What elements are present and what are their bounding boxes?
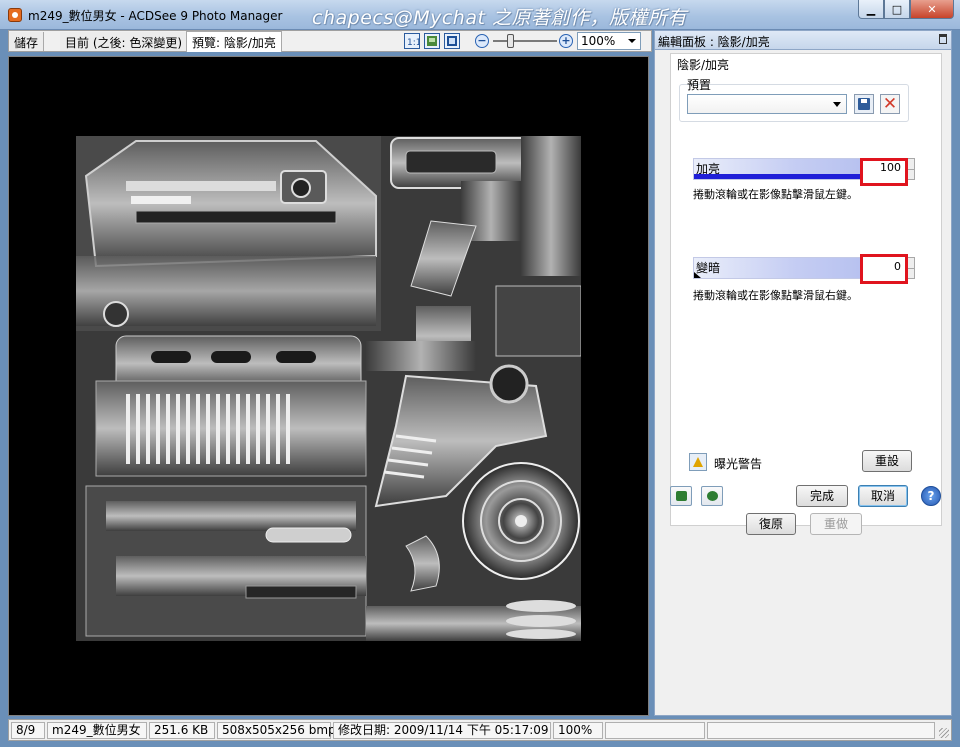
status-filesize: 251.6 KB bbox=[149, 722, 215, 739]
status-zoom: 100% bbox=[553, 722, 603, 739]
fit-image-icon[interactable] bbox=[424, 33, 440, 49]
status-bar: 8/9 m249_數位男女 251.6 KB 508x505x256 bmp 修… bbox=[8, 719, 952, 741]
zoom-slider-track[interactable] bbox=[493, 40, 557, 42]
edit-panel: 陰影/加亮 預置 ✕ 加亮 100 捲動滾輪或在影像點擊滑鼠左鍵。 變暗 0 捲… bbox=[654, 50, 952, 716]
maximize-button[interactable]: □ bbox=[884, 0, 910, 19]
full-screen-icon[interactable] bbox=[444, 33, 460, 49]
minimize-button[interactable]: ▁ bbox=[858, 0, 884, 19]
status-index: 8/9 bbox=[11, 722, 45, 739]
status-empty-1 bbox=[605, 722, 705, 739]
lighten-highlight-box bbox=[860, 158, 908, 186]
save-preset-icon[interactable] bbox=[854, 94, 874, 114]
exposure-warning-icon[interactable] bbox=[689, 453, 707, 471]
darken-highlight-box bbox=[860, 254, 908, 284]
preset-select[interactable] bbox=[687, 94, 847, 114]
shadow-highlight-section: 陰影/加亮 預置 ✕ 加亮 100 捲動滾輪或在影像點擊滑鼠左鍵。 變暗 0 捲… bbox=[670, 53, 942, 526]
status-dimensions: 508x505x256 bmp bbox=[217, 722, 336, 739]
zoom-level-value: 100% bbox=[581, 34, 616, 48]
zoom-out-button[interactable]: − bbox=[475, 34, 489, 48]
lighten-hint: 捲動滾輪或在影像點擊滑鼠左鍵。 bbox=[693, 188, 858, 201]
undo-button[interactable]: 復原 bbox=[746, 513, 796, 535]
chevron-down-icon bbox=[833, 102, 841, 107]
watermark-text: chapecs@Mychat 之原著創作，版權所有 bbox=[312, 7, 687, 29]
window-title: m249_數位男女 - ACDSee 9 Photo Manager bbox=[28, 9, 283, 23]
title-bar: m249_數位男女 - ACDSee 9 Photo Manager chape… bbox=[0, 0, 960, 30]
chevron-down-icon bbox=[628, 39, 636, 43]
weapon-texture-image[interactable] bbox=[76, 136, 581, 641]
svg-text:1:1: 1:1 bbox=[407, 38, 419, 48]
actual-size-icon[interactable]: 1:1 bbox=[404, 33, 421, 49]
lighten-spinner[interactable] bbox=[907, 158, 915, 180]
done-button[interactable]: 完成 bbox=[796, 485, 848, 507]
zoom-slider-thumb[interactable] bbox=[507, 34, 514, 48]
window-controls: ▁ □ ✕ bbox=[858, 0, 954, 19]
preset-label: 預置 bbox=[687, 78, 712, 92]
acdsee-app-icon[interactable] bbox=[8, 8, 22, 22]
delete-preset-icon[interactable]: ✕ bbox=[880, 94, 900, 114]
tab-save[interactable]: 儲存 bbox=[9, 32, 45, 51]
lighten-slider-bar[interactable]: 加亮 bbox=[693, 158, 861, 180]
zoom-level-select[interactable]: 100% bbox=[577, 32, 641, 50]
history-icon[interactable] bbox=[701, 486, 723, 506]
lighten-label: 加亮 bbox=[696, 162, 721, 176]
edit-panel-title: 編輯面板 : 陰影/加亮 bbox=[658, 35, 770, 49]
cancel-button[interactable]: 取消 bbox=[858, 485, 908, 507]
redo-button: 重做 bbox=[810, 513, 862, 535]
viewer-toolbar: 儲存 目前 (之後: 色深變更) 預覽: 陰影/加亮 1:1 − + 100% bbox=[8, 30, 652, 52]
section-title: 陰影/加亮 bbox=[677, 58, 730, 72]
status-filename: m249_數位男女 bbox=[47, 722, 147, 739]
compare-view-icon[interactable] bbox=[670, 486, 692, 506]
tab-current[interactable]: 目前 (之後: 色深變更) bbox=[60, 32, 189, 51]
status-modified-date: 修改日期: 2009/11/14 下午 05:17:09 bbox=[333, 722, 551, 739]
exposure-warning-label: 曝光警告 bbox=[714, 457, 763, 471]
status-empty-2 bbox=[707, 722, 935, 739]
darken-slider-bar[interactable]: 變暗 bbox=[693, 257, 861, 279]
zoom-in-button[interactable]: + bbox=[559, 34, 573, 48]
reset-button[interactable]: 重設 bbox=[862, 450, 912, 472]
help-icon[interactable]: ? bbox=[921, 486, 941, 506]
darken-spinner[interactable] bbox=[907, 257, 915, 279]
edit-panel-header: 編輯面板 : 陰影/加亮 bbox=[654, 30, 952, 50]
tab-preview[interactable]: 預覽: 陰影/加亮 bbox=[186, 31, 282, 52]
close-button[interactable]: ✕ bbox=[910, 0, 954, 19]
resize-grip-icon[interactable] bbox=[939, 728, 949, 738]
slider-thumb-icon[interactable] bbox=[694, 272, 701, 278]
image-viewer[interactable] bbox=[8, 56, 649, 716]
pin-icon[interactable] bbox=[939, 34, 947, 44]
darken-hint: 捲動滾輪或在影像點擊滑鼠右鍵。 bbox=[693, 289, 858, 302]
